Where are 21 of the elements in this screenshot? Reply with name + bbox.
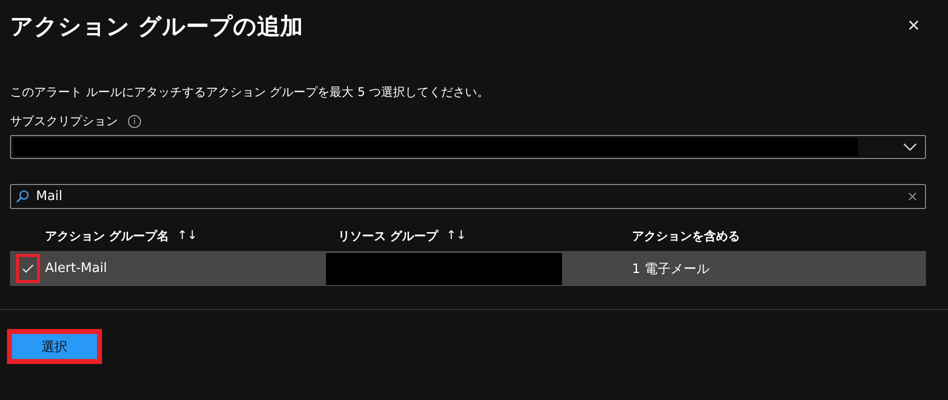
column-header[interactable]: アクション グループ名: [45, 228, 170, 244]
column-header[interactable]: リソース グループ: [338, 228, 438, 244]
description-text: このアラート ルールにアタッチするアクション グループを最大 5 つ選択してください。: [10, 84, 490, 101]
panel-title: アクション グループの追加: [10, 12, 304, 42]
row-checkbox[interactable]: [16, 254, 40, 283]
info-icon[interactable]: i: [128, 115, 141, 128]
chevron-down-icon: [903, 143, 917, 151]
sort-icon[interactable]: ↑↓: [446, 228, 466, 244]
field-label: サブスクリプション: [10, 113, 118, 130]
table-row[interactable]: Alert-Mail 1 電子メール: [10, 251, 926, 286]
search-icon: [16, 190, 29, 203]
sort-icon[interactable]: ↑↓: [177, 228, 198, 244]
subscription-dropdown[interactable]: [10, 135, 926, 159]
table-cell-text: 1 電子メール: [632, 260, 710, 278]
search-field[interactable]: Mail: [10, 184, 926, 209]
select-button[interactable]: 選択: [12, 334, 97, 359]
clear-icon[interactable]: [908, 192, 917, 201]
column-header[interactable]: アクションを含める: [632, 228, 740, 242]
table-cell-text: Alert-Mail: [45, 261, 108, 276]
checkmark-icon: [22, 264, 34, 273]
close-button[interactable]: ✕: [907, 16, 920, 36]
